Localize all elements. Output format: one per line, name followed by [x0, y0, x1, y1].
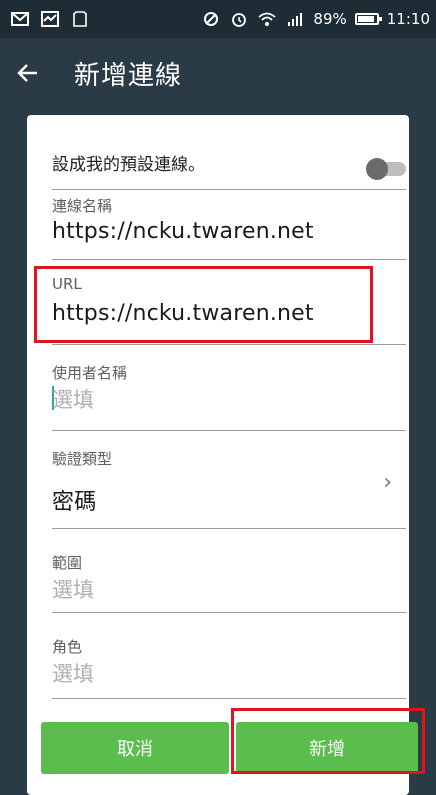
scope-input[interactable]: 選填	[52, 574, 94, 604]
auth-type-label: 驗證類型	[52, 450, 113, 468]
signal-icon	[285, 10, 305, 28]
connection-name-field[interactable]: 連線名稱 https://ncku.twaren.net	[52, 189, 406, 260]
form-card: 設成我的預設連線。 連線名稱 https://ncku.twaren.net U…	[27, 115, 409, 795]
connection-name-label: 連線名稱	[52, 197, 113, 215]
role-input[interactable]: 選填	[52, 658, 94, 688]
add-button[interactable]: 新增	[236, 722, 418, 774]
auth-type-field[interactable]: 驗證類型 密碼 ›	[52, 430, 406, 529]
status-bar: 89% 11:10	[0, 0, 436, 38]
clipboard-icon	[70, 10, 90, 28]
default-connection-row[interactable]: 設成我的預設連線。	[52, 135, 406, 190]
url-value[interactable]: https://ncku.twaren.net	[52, 301, 314, 326]
battery-icon	[354, 13, 382, 25]
url-field[interactable]: URL https://ncku.twaren.net	[52, 259, 406, 345]
username-input[interactable]: 選填	[52, 384, 94, 414]
username-label: 使用者名稱	[52, 364, 128, 382]
toggle-thumb	[366, 158, 388, 180]
app-bar: 新增連線	[0, 38, 436, 108]
sync-icon	[201, 10, 221, 28]
scope-label: 範圍	[52, 554, 83, 572]
chevron-right-icon[interactable]: ›	[383, 470, 392, 495]
activity-icon	[40, 10, 60, 28]
clock: 11:10	[386, 10, 430, 28]
alarm-icon	[229, 10, 249, 28]
battery-percent: 89%	[313, 10, 347, 28]
default-connection-label: 設成我的預設連線。	[52, 154, 205, 175]
gmail-icon	[10, 10, 30, 28]
role-label: 角色	[52, 638, 83, 656]
auth-type-value[interactable]: 密碼	[52, 484, 96, 516]
connection-name-value[interactable]: https://ncku.twaren.net	[52, 219, 314, 244]
username-field[interactable]: 使用者名稱 選填	[52, 344, 406, 431]
default-connection-toggle[interactable]	[366, 158, 406, 180]
scope-field[interactable]: 範圍 選填	[52, 528, 406, 613]
page-title: 新增連線	[74, 60, 183, 91]
url-label: URL	[52, 275, 82, 293]
wifi-icon	[257, 10, 277, 28]
back-arrow-icon[interactable]	[4, 49, 52, 97]
role-field[interactable]: 角色 選填	[52, 612, 406, 699]
battery-level	[357, 16, 374, 22]
cancel-button[interactable]: 取消	[41, 722, 229, 774]
